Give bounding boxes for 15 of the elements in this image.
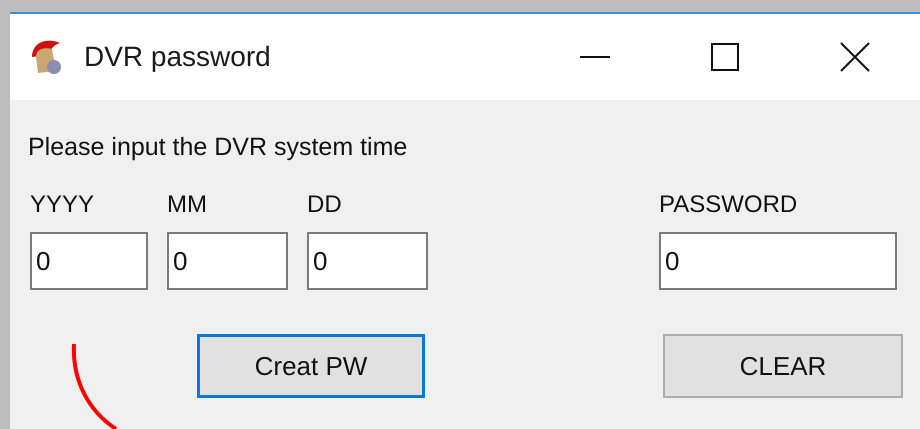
maximize-icon — [711, 43, 739, 71]
prompt-text: Please input the DVR system time — [28, 132, 408, 163]
close-icon — [840, 42, 870, 72]
field-label: MM — [167, 190, 208, 220]
input-field[interactable]: 0 — [659, 232, 897, 290]
field-label: YYYY — [30, 190, 96, 220]
action-button[interactable]: CLEAR — [663, 334, 903, 398]
window-title: DVR password — [84, 40, 271, 74]
input-field[interactable]: 0 — [167, 232, 288, 290]
input-field[interactable]: 0 — [307, 232, 428, 290]
field-label: DD — [307, 190, 343, 220]
action-button[interactable]: Creat PW — [197, 334, 425, 398]
minimize-icon — [580, 56, 610, 58]
input-field[interactable]: 0 — [30, 232, 148, 290]
field-label: PASSWORD — [659, 190, 798, 220]
